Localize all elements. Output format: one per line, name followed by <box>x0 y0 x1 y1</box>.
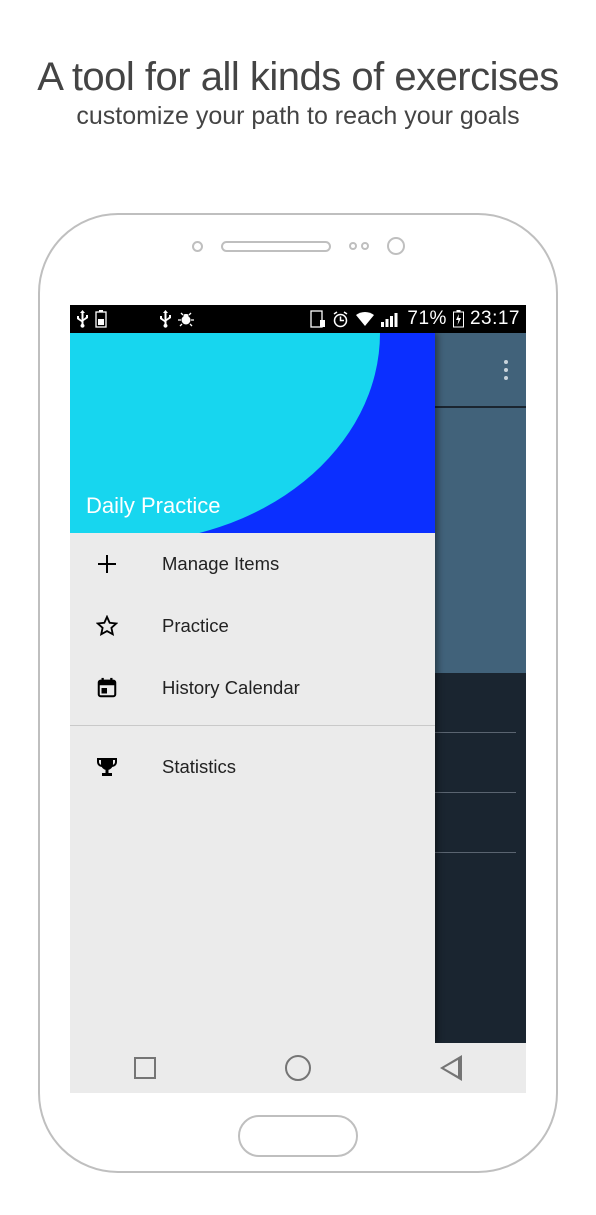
battery-icon <box>95 310 107 328</box>
drawer-separator <box>70 725 435 726</box>
drawer-title: Daily Practice <box>86 493 220 519</box>
signal-icon <box>381 311 401 327</box>
calendar-icon <box>94 677 120 699</box>
nav-home-button[interactable] <box>285 1055 311 1081</box>
drawer-list: Manage Items Practice History Calendar <box>70 533 435 1043</box>
device-sensors <box>40 237 556 255</box>
drawer-item-label: Statistics <box>162 756 236 778</box>
drawer-item-label: Practice <box>162 615 229 637</box>
usb-icon-2 <box>159 310 172 328</box>
device-screen: 71% 23:17 Daily Practice <box>70 305 526 1093</box>
drawer-header: Daily Practice <box>70 333 435 533</box>
overflow-menu-icon[interactable] <box>504 360 508 380</box>
android-navbar <box>70 1043 526 1093</box>
star-icon <box>94 615 120 637</box>
clock-time: 23:17 <box>470 308 520 330</box>
drawer-item-practice[interactable]: Practice <box>70 595 435 657</box>
device-frame: 71% 23:17 Daily Practice <box>38 213 558 1173</box>
screen-icon <box>310 310 326 328</box>
alarm-icon <box>332 311 349 328</box>
drawer-item-statistics[interactable]: Statistics <box>70 736 435 798</box>
nav-recent-button[interactable] <box>134 1057 156 1079</box>
battery-charging-icon <box>453 310 464 328</box>
drawer-item-history-calendar[interactable]: History Calendar <box>70 657 435 719</box>
android-statusbar: 71% 23:17 <box>70 305 526 333</box>
promo-subhead: customize your path to reach your goals <box>0 102 596 131</box>
promo-headline: A tool for all kinds of exercises <box>0 55 596 100</box>
device-home-button <box>238 1115 358 1157</box>
plus-icon <box>94 554 120 574</box>
battery-percent: 71% <box>407 308 447 330</box>
wifi-icon <box>355 311 375 327</box>
drawer-item-label: Manage Items <box>162 553 279 575</box>
drawer-item-manage-items[interactable]: Manage Items <box>70 533 435 595</box>
nav-back-button[interactable] <box>440 1055 462 1081</box>
drawer-item-label: History Calendar <box>162 677 300 699</box>
usb-icon <box>76 310 89 328</box>
debug-icon <box>178 311 194 327</box>
trophy-icon <box>94 755 120 779</box>
navigation-drawer: Daily Practice Manage Items Practice <box>70 333 435 1043</box>
